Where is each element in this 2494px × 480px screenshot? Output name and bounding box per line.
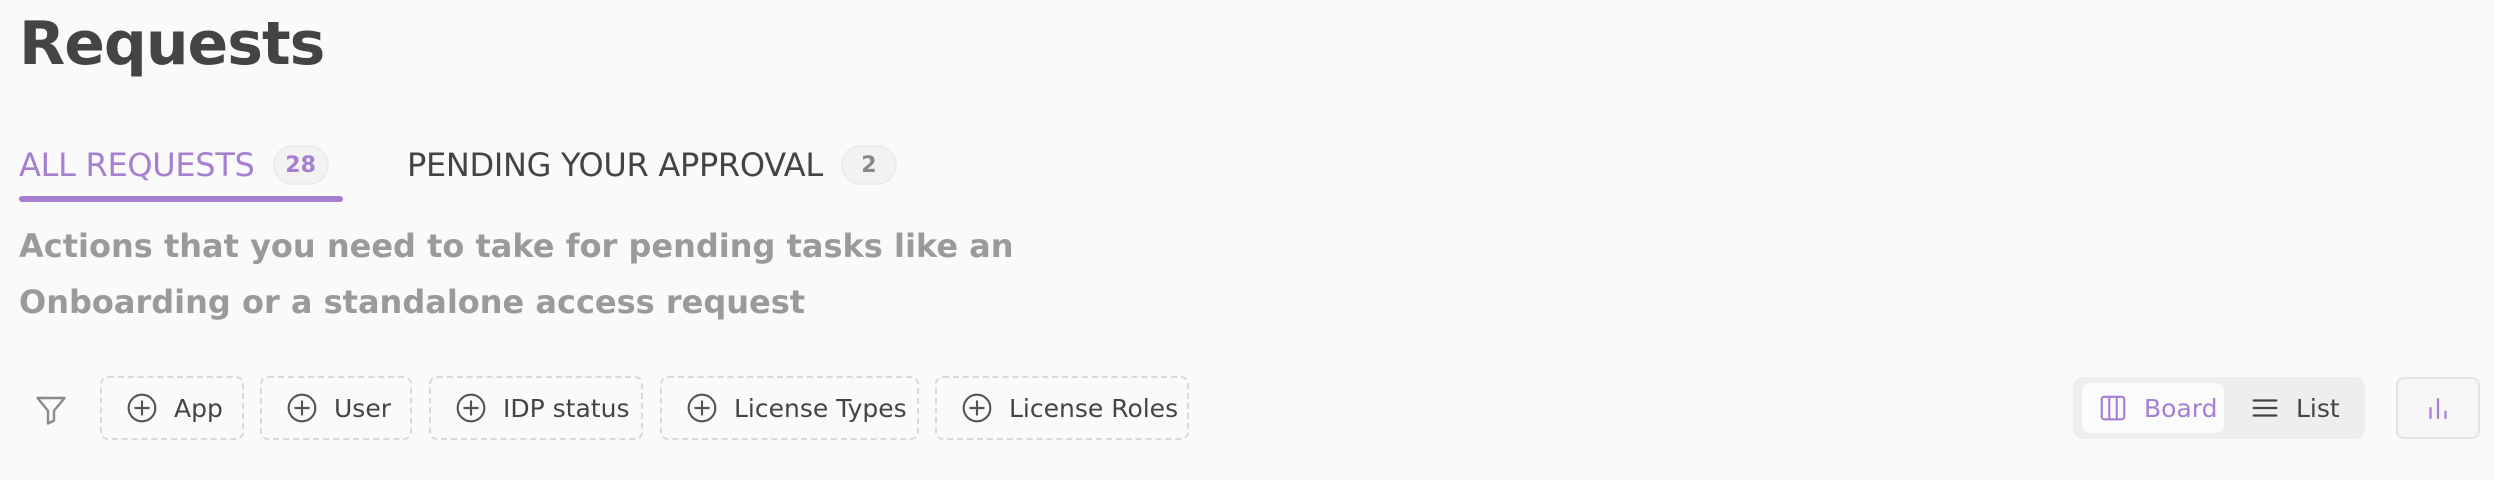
requests-page: Requests ALL REQUESTS 28 PENDING YOUR AP… [0,0,2494,480]
list-icon [2252,399,2278,417]
page-title: Requests [19,9,325,79]
chip-label: App [174,393,223,423]
chip-label: License Types [734,393,907,423]
bar-chart-icon [2429,398,2447,420]
chip-label: User [334,393,391,423]
view-label: List [2296,393,2340,423]
plus-circle-icon [287,393,317,423]
add-license-types-filter-button[interactable]: License Types [660,376,919,440]
board-view-button[interactable]: Board [2082,383,2224,433]
chip-label: License Roles [1009,393,1179,423]
plus-circle-icon [127,393,157,423]
count-badge: 2 [840,145,897,185]
count-badge: 28 [272,145,329,185]
chip-label: IDP status [503,393,630,423]
add-idp-status-filter-button[interactable]: IDP status [429,376,643,440]
plus-circle-icon [962,393,992,423]
plus-circle-icon [687,393,717,423]
columns-icon [2100,395,2126,421]
list-view-button[interactable]: List [2234,383,2358,433]
tab-label: PENDING YOUR APPROVAL [407,146,823,184]
analytics-button[interactable] [2396,377,2480,439]
request-tabs: ALL REQUESTS 28 PENDING YOUR APPROVAL 2 [0,128,2494,202]
add-user-filter-button[interactable]: User [260,376,412,440]
view-label: Board [2144,393,2218,423]
view-toggle: Board List [2073,377,2365,439]
filter-icon[interactable] [33,392,69,428]
tab-all-requests[interactable]: ALL REQUESTS 28 [19,128,343,202]
active-tab-indicator [19,196,343,202]
page-description: Actions that you need to take for pendin… [19,227,1014,321]
plus-circle-icon [456,393,486,423]
tab-label: ALL REQUESTS [19,146,255,184]
add-app-filter-button[interactable]: App [100,376,244,440]
add-license-roles-filter-button[interactable]: License Roles [935,376,1189,440]
tab-pending-your-approval[interactable]: PENDING YOUR APPROVAL 2 [407,128,897,202]
